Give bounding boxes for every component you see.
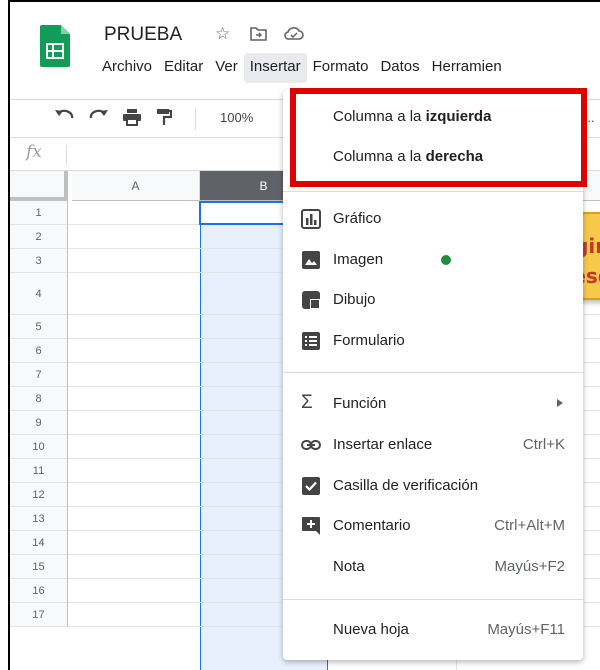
highlight-box: [290, 88, 587, 187]
nueva-hoja-shortcut: Mayús+F11: [487, 621, 565, 638]
row-header[interactable]: 15: [10, 555, 68, 579]
menu-item-comentario[interactable]: Comentario Ctrl+Alt+M: [283, 506, 583, 546]
funcion-label: Función: [333, 395, 387, 412]
menu-formato[interactable]: Formato: [307, 53, 375, 83]
menu-divider: [283, 372, 583, 373]
row-header[interactable]: 4: [10, 273, 68, 315]
row-header[interactable]: 12: [10, 483, 68, 507]
menu-divider: [283, 599, 583, 600]
menu-item-dibujo[interactable]: Dibujo: [283, 280, 583, 320]
form-icon: [302, 332, 320, 350]
menu-divider: [283, 191, 583, 192]
menu-editar[interactable]: Editar: [158, 53, 209, 83]
row-header[interactable]: 11: [10, 459, 68, 483]
checkbox-icon: [302, 477, 320, 495]
new-feature-dot-icon: [441, 255, 451, 265]
column-header-a[interactable]: A: [72, 171, 200, 201]
image-icon: [302, 251, 320, 269]
undo-icon[interactable]: [54, 108, 74, 129]
dibujo-label: Dibujo: [333, 291, 376, 308]
cloud-saved-icon[interactable]: [284, 24, 304, 46]
select-all-corner[interactable]: [10, 171, 68, 201]
row-header[interactable]: 1: [10, 201, 68, 225]
insertar-enlace-shortcut: Ctrl+K: [522, 436, 565, 453]
row-header[interactable]: 10: [10, 435, 68, 459]
menu-item-nota[interactable]: Nota Mayús+F2: [283, 547, 583, 587]
row-header[interactable]: 9: [10, 411, 68, 435]
imagen-label: Imagen: [333, 251, 384, 268]
menubar: Archivo Editar Ver Insertar Formato Dato…: [96, 53, 508, 83]
formulario-label: Formulario: [333, 332, 405, 349]
menu-herramientas[interactable]: Herramien: [426, 53, 508, 83]
print-icon[interactable]: [122, 108, 142, 131]
toolbar-divider: [195, 108, 196, 130]
drawing-icon: [302, 291, 320, 309]
row-header[interactable]: 3: [10, 249, 68, 273]
star-icon[interactable]: ☆: [215, 24, 230, 44]
document-title[interactable]: PRUEBA: [104, 24, 182, 46]
sheets-logo-icon[interactable]: [40, 25, 70, 67]
row-header[interactable]: 5: [10, 315, 68, 339]
casilla-label: Casilla de verificación: [333, 477, 479, 494]
fx-icon: fx: [26, 142, 42, 162]
menu-item-grafico[interactable]: Gráfico: [283, 199, 583, 239]
row-header[interactable]: 14: [10, 531, 68, 555]
menu-ver[interactable]: Ver: [209, 53, 244, 83]
row-header[interactable]: 7: [10, 363, 68, 387]
menu-item-formulario[interactable]: Formulario: [283, 321, 583, 361]
row-header[interactable]: 8: [10, 387, 68, 411]
menu-item-funcion[interactable]: Σ Función: [283, 384, 583, 424]
move-folder-icon[interactable]: [250, 24, 267, 46]
link-icon: [301, 440, 321, 450]
formula-divider: [66, 145, 67, 165]
menu-insertar[interactable]: Insertar: [243, 53, 307, 83]
redo-icon[interactable]: [89, 108, 109, 129]
menu-datos[interactable]: Datos: [374, 53, 425, 83]
comentario-shortcut: Ctrl+Alt+M: [494, 517, 565, 534]
row-header[interactable]: 13: [10, 507, 68, 531]
row-header[interactable]: 2: [10, 225, 68, 249]
nota-shortcut: Mayús+F2: [494, 558, 565, 575]
submenu-arrow-icon: [557, 399, 563, 407]
comentario-label: Comentario: [333, 517, 411, 534]
comment-icon: [302, 517, 320, 535]
nueva-hoja-label: Nueva hoja: [333, 621, 409, 638]
menu-archivo[interactable]: Archivo: [96, 53, 158, 83]
menu-item-nueva-hoja[interactable]: Nueva hoja Mayús+F11: [283, 610, 583, 650]
menu-item-insertar-enlace[interactable]: Insertar enlace Ctrl+K: [283, 425, 583, 465]
row-header[interactable]: 6: [10, 339, 68, 363]
nota-label: Nota: [333, 558, 365, 575]
zoom-select[interactable]: 100%: [220, 110, 253, 125]
menu-item-imagen[interactable]: Imagen: [283, 240, 583, 280]
screenshot-frame: PRUEBA ☆ Archivo Editar Ver Insertar For…: [8, 0, 600, 670]
menu-item-casilla[interactable]: Casilla de verificación: [283, 466, 583, 506]
chart-icon: [301, 209, 321, 229]
paint-format-icon[interactable]: [156, 108, 173, 131]
row-header[interactable]: 17: [10, 603, 68, 627]
insertar-enlace-label: Insertar enlace: [333, 436, 433, 453]
grafico-label: Gráfico: [333, 210, 382, 227]
row-header[interactable]: 16: [10, 579, 68, 603]
sigma-icon: Σ: [301, 392, 313, 413]
